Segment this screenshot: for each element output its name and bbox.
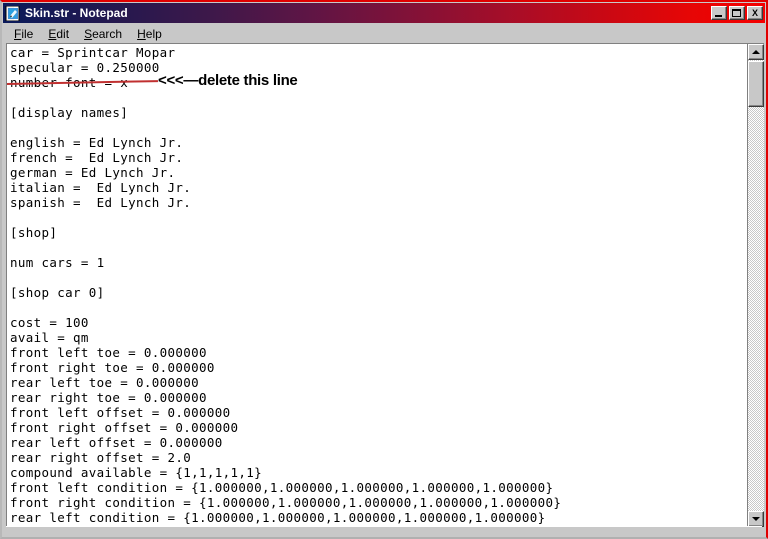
text-line: car = Sprintcar Mopar	[10, 45, 176, 60]
scroll-down-button[interactable]	[748, 511, 764, 527]
titlebar[interactable]: Skin.str - Notepad X	[3, 3, 765, 23]
text-editor[interactable]: car = Sprintcar Mopar specular = 0.250000…	[7, 44, 747, 527]
text-line: spanish = Ed Lynch Jr.	[10, 195, 192, 210]
text-line: [display names]	[10, 105, 129, 120]
text-line: front left offset = 0.000000	[10, 405, 231, 420]
text-line	[10, 300, 747, 315]
menu-item-help[interactable]: Help	[130, 25, 170, 43]
vertical-scrollbar[interactable]	[747, 44, 764, 527]
text-line	[10, 120, 747, 135]
text-line: [shop car 0]	[10, 285, 105, 300]
vertical-scrollbar-thumb[interactable]	[748, 61, 764, 107]
text-line: num cars = 1	[10, 255, 105, 270]
menu-edit-rest: dit	[56, 26, 70, 41]
text-line: rear left offset = 0.000000	[10, 435, 223, 450]
text-line: front left condition = {1.000000,1.00000…	[10, 480, 554, 495]
horizontal-scrollbar[interactable]	[6, 526, 762, 535]
text-line: front right offset = 0.000000	[10, 420, 239, 435]
text-editor-frame: car = Sprintcar Mopar specular = 0.250000…	[6, 43, 764, 527]
text-line: rear right toe = 0.000000	[10, 390, 207, 405]
text-line: french = Ed Lynch Jr.	[10, 150, 184, 165]
notepad-window: Skin.str - Notepad X File Edit Search He…	[0, 0, 768, 539]
menu-item-file[interactable]: File	[7, 25, 41, 43]
text-line: rear left condition = {1.000000,1.000000…	[10, 510, 546, 525]
scroll-down-arrow-icon	[752, 517, 760, 521]
minimize-button[interactable]	[711, 6, 727, 20]
text-line: german = Ed Lynch Jr.	[10, 165, 176, 180]
text-line: front right toe = 0.000000	[10, 360, 215, 375]
window-title: Skin.str - Notepad	[25, 6, 128, 20]
maximize-button[interactable]	[729, 6, 745, 20]
text-line: rear left toe = 0.000000	[10, 375, 200, 390]
text-line: cost = 100	[10, 315, 89, 330]
text-line: avail = qm	[10, 330, 89, 345]
text-line: english = Ed Lynch Jr.	[10, 135, 184, 150]
text-line: specular = 0.250000	[10, 60, 160, 75]
window-controls: X	[711, 6, 765, 20]
text-line	[10, 240, 747, 255]
menubar: File Edit Search Help	[3, 24, 765, 44]
text-line: number font = x	[7, 75, 747, 90]
text-line	[10, 90, 747, 105]
delete-this-line-annotation: <<<—delete this line	[158, 72, 298, 89]
text-line: compound available = {1,1,1,1,1}	[10, 465, 263, 480]
notepad-document-icon	[5, 5, 21, 21]
text-line: rear right offset = 2.0	[10, 450, 192, 465]
text-line: front left toe = 0.000000	[10, 345, 207, 360]
close-button[interactable]: X	[747, 6, 763, 20]
strikethrough-mark	[7, 80, 158, 85]
scroll-up-button[interactable]	[748, 44, 764, 60]
text-line: front right condition = {1.000000,1.0000…	[10, 495, 562, 510]
text-line: [shop]	[10, 225, 58, 240]
menu-help-rest: elp	[145, 26, 162, 41]
close-icon: X	[751, 7, 758, 18]
text-line	[10, 210, 747, 225]
menu-search-rest: earch	[92, 26, 123, 41]
menu-item-search[interactable]: Search	[77, 25, 130, 43]
text-line	[10, 270, 747, 285]
client-area: car = Sprintcar Mopar specular = 0.250000…	[4, 43, 764, 535]
menu-file-rest: ile	[21, 26, 34, 41]
menu-item-edit[interactable]: Edit	[41, 25, 77, 43]
text-line: italian = Ed Lynch Jr.	[10, 180, 192, 195]
scroll-up-arrow-icon	[752, 50, 760, 54]
